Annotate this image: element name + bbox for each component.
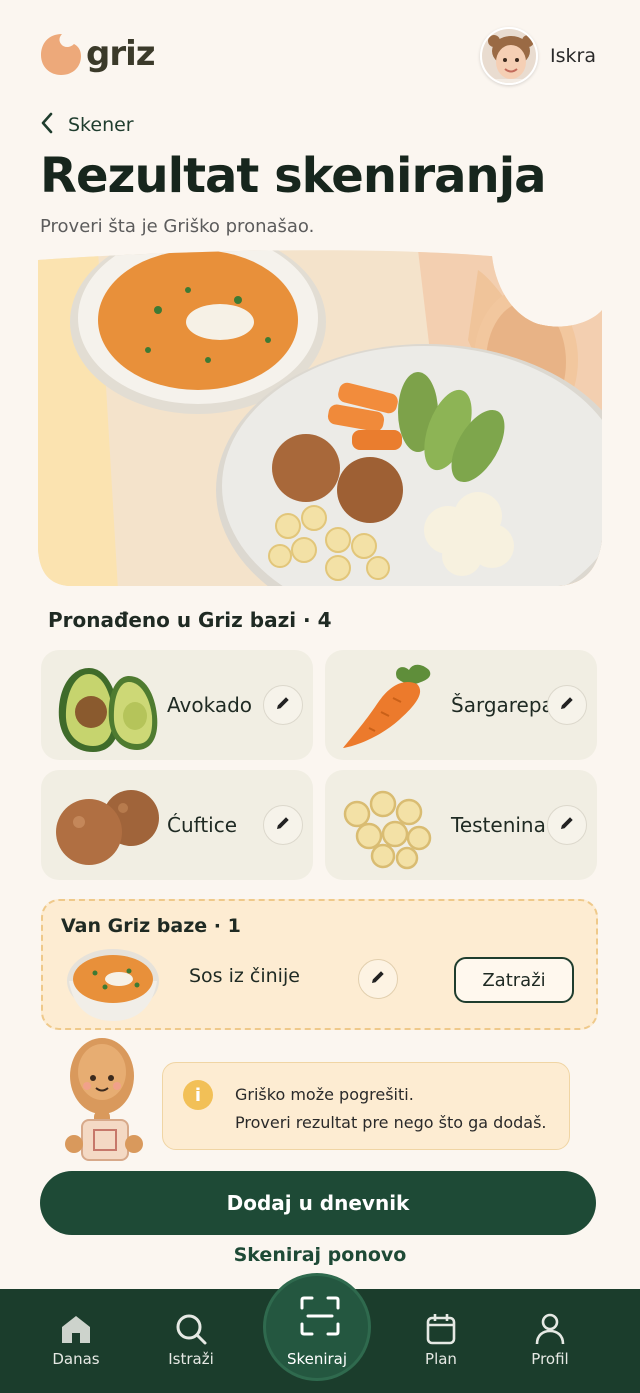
edit-button[interactable] [547,685,587,725]
home-icon [58,1311,94,1347]
scan-icon [298,1294,342,1338]
app-header: griz Iskra [0,0,640,110]
notice-box: i Griško može pogrešiti. Proveri rezulta… [162,1062,570,1150]
food-card-carrot[interactable]: Šargarepa [325,650,597,760]
outside-section-title: Van Griz baze · 1 [61,915,241,937]
food-name: Avokado [167,693,252,717]
scanned-meal-photo [38,250,602,590]
add-to-diary-button[interactable]: Dodaj u dnevnik [40,1171,596,1235]
food-name: Ćuftice [167,813,238,837]
profile-name: Iskra [550,45,596,67]
nav-label: Profil [531,1350,569,1368]
nav-label: Skeniraj [286,1350,348,1368]
back-button[interactable]: Skener [40,112,134,138]
found-section-title: Pronađeno u Griz bazi · 4 [48,608,332,632]
page-title: Rezultat skeniranja [40,148,547,204]
carrot-icon [333,654,445,756]
food-name: Šargarepa [451,693,554,717]
avocado-icon [49,654,161,756]
food-name: Testenina [451,813,546,837]
meatballs-icon [49,774,161,876]
calendar-icon [423,1311,459,1347]
chevron-left-icon [40,112,54,138]
nav-label: Plan [425,1350,457,1368]
pencil-icon [369,968,387,990]
notice-line-2: Proveri rezultat pre nego što ga dodaš. [235,1113,547,1132]
info-icon: i [183,1080,213,1110]
logo-mark-icon [40,32,82,76]
nav-item-scan[interactable]: Skeniraj [263,1273,371,1381]
mascot-spoon-illustration [60,1036,150,1170]
search-icon [173,1311,209,1347]
food-card-pasta[interactable]: Testenina [325,770,597,880]
edit-button[interactable] [358,959,398,999]
edit-button[interactable] [263,805,303,845]
edit-button[interactable] [263,685,303,725]
avatar[interactable] [480,27,539,85]
notice-line-1: Griško može pogrešiti. [235,1085,414,1104]
pencil-icon [558,814,576,836]
edit-button[interactable] [547,805,587,845]
nav-item-profile[interactable]: Profil [500,1289,600,1393]
food-card-meatballs[interactable]: Ćuftice [41,770,313,880]
pasta-icon [333,774,445,876]
request-button[interactable]: Zatraži [454,957,574,1003]
sauce-bowl-icon [65,941,161,1025]
nav-item-plan[interactable]: Plan [391,1289,491,1393]
nav-label: Istraži [168,1350,214,1368]
nav-item-today[interactable]: Danas [26,1289,126,1393]
logo[interactable]: griz [40,32,156,76]
back-label: Skener [68,114,134,136]
pencil-icon [558,694,576,716]
nav-label: Danas [52,1350,100,1368]
page-subtitle: Proveri šta je Griško pronašao. [40,216,315,237]
nav-item-explore[interactable]: Istraži [141,1289,241,1393]
scan-again-link[interactable]: Skeniraj ponovo [0,1244,640,1266]
logo-text: griz [86,34,156,74]
food-card-avocado[interactable]: Avokado [41,650,313,760]
profile-switcher[interactable]: Iskra [480,27,596,85]
outside-item-name: Sos iz činije [189,965,300,987]
pencil-icon [274,694,292,716]
outside-database-section: Van Griz baze · 1 Sos iz činije Zatraži [41,899,598,1030]
pencil-icon [274,814,292,836]
user-icon [532,1311,568,1347]
